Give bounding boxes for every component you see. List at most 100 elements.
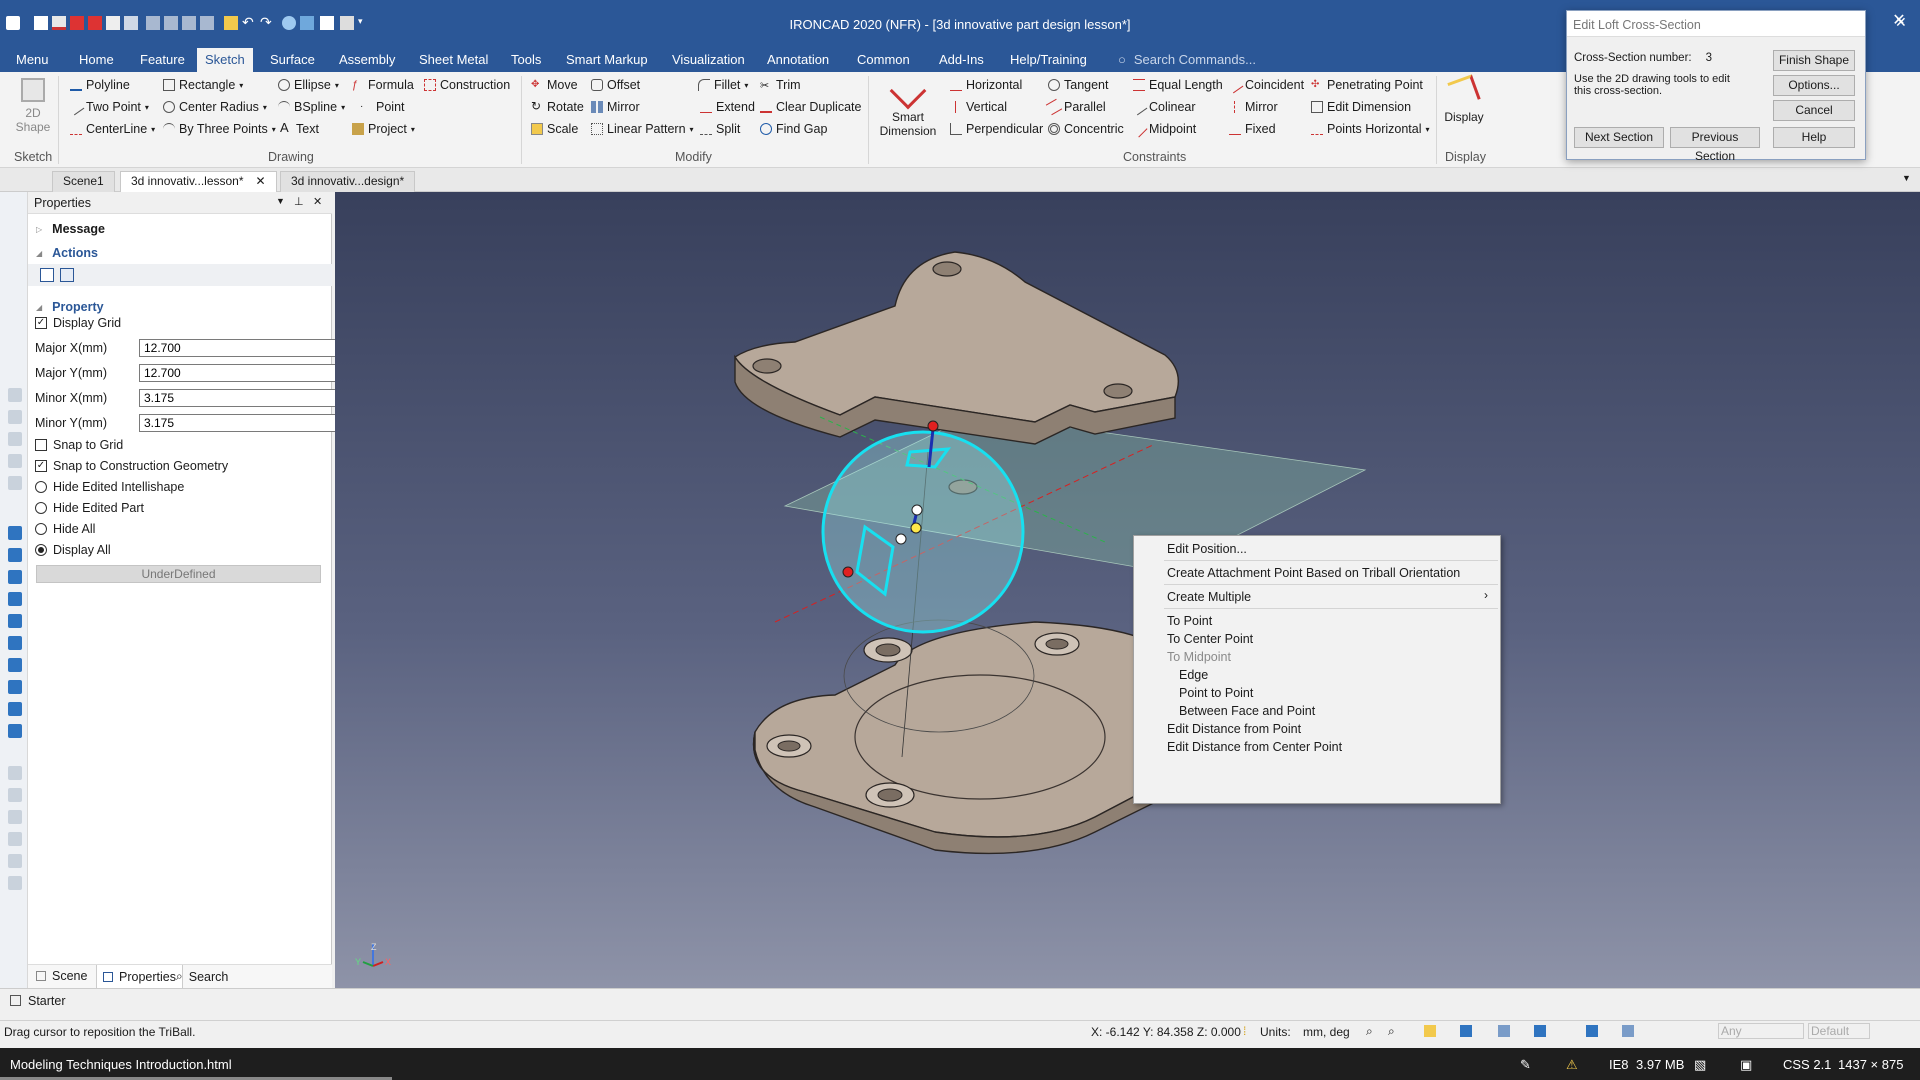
menu-item-point-to-point[interactable]: Point to Point: [1179, 686, 1253, 700]
tangent-button[interactable]: Tangent: [1048, 78, 1108, 92]
cube-icon[interactable]: [8, 526, 22, 540]
text-button[interactable]: A Text: [280, 121, 319, 136]
radio-display-all[interactable]: Display All: [35, 543, 111, 557]
triball-point[interactable]: [927, 420, 939, 432]
construction-button[interactable]: Construction: [424, 78, 510, 92]
bspline-button[interactable]: BSpline ▾: [278, 100, 345, 114]
tab-menu[interactable]: Menu: [8, 48, 57, 72]
tab-list-dropdown-icon[interactable]: ▼: [1902, 173, 1911, 183]
previous-section-button[interactable]: Previous Section: [1670, 127, 1760, 163]
center-radius-button[interactable]: Center Radius ▾: [163, 100, 267, 114]
radio-hide-all[interactable]: Hide All: [35, 522, 95, 536]
major-x-field[interactable]: [139, 339, 351, 357]
tab-common[interactable]: Common: [849, 48, 918, 72]
cube-icon[interactable]: [8, 680, 22, 694]
triball-point[interactable]: [911, 504, 923, 516]
centerline-button[interactable]: CenterLine ▾: [70, 122, 155, 136]
table-icon[interactable]: [60, 268, 74, 282]
offset-button[interactable]: Offset: [591, 78, 640, 92]
radio-hide-edited-intellishape[interactable]: Hide Edited Intellishape: [35, 480, 184, 494]
mirror-button[interactable]: Mirror: [591, 100, 640, 114]
checkbox-checked[interactable]: ✓: [35, 317, 47, 329]
doc-tab-design[interactable]: 3d innovativ...design*: [280, 171, 416, 192]
layer-combo[interactable]: Default: [1808, 1023, 1870, 1039]
tab-assembly[interactable]: Assembly: [331, 48, 403, 72]
cube-icon[interactable]: [8, 548, 22, 562]
snap-to-construction-checkbox[interactable]: ✓ Snap to Construction Geometry: [35, 459, 228, 473]
checkbox-checked[interactable]: ✓: [35, 460, 47, 472]
cancel-button[interactable]: Cancel: [1773, 100, 1855, 121]
warning-icon[interactable]: ⚠: [1566, 1057, 1578, 1073]
ellipse-button[interactable]: Ellipse ▾: [278, 78, 339, 92]
view-icon[interactable]: [1534, 1025, 1546, 1037]
pen-icon[interactable]: ▧: [1694, 1057, 1706, 1073]
equal-length-button[interactable]: Equal Length: [1133, 78, 1223, 92]
tool-icon[interactable]: [8, 476, 22, 490]
tool-icon[interactable]: [8, 832, 22, 846]
rectangle-button[interactable]: Rectangle ▾: [163, 78, 243, 92]
tool-icon[interactable]: [8, 766, 22, 780]
display-button[interactable]: Display: [1442, 74, 1486, 148]
cube-icon[interactable]: [8, 702, 22, 716]
view-icon[interactable]: [1424, 1025, 1436, 1037]
cube-icon[interactable]: [8, 658, 22, 672]
tool-icon[interactable]: [8, 388, 22, 402]
tab-tools[interactable]: Tools: [503, 48, 549, 72]
three-points-button[interactable]: By Three Points ▾: [163, 122, 276, 136]
extend-button[interactable]: Extend: [700, 100, 755, 114]
vertical-button[interactable]: Vertical: [950, 100, 1007, 114]
tool-icon[interactable]: [8, 432, 22, 446]
two-point-button[interactable]: Two Point ▾: [67, 98, 149, 116]
cube-icon[interactable]: [8, 636, 22, 650]
parallel-button[interactable]: Parallel: [1045, 98, 1106, 116]
cube-icon[interactable]: [8, 592, 22, 606]
edit-icon[interactable]: ✎: [1520, 1057, 1531, 1073]
tab-surface[interactable]: Surface: [262, 48, 323, 72]
triball-anchor[interactable]: [910, 522, 922, 534]
view-icon[interactable]: [1460, 1025, 1472, 1037]
tab-scene[interactable]: Scene: [36, 969, 87, 983]
colinear-button[interactable]: Colinear: [1130, 98, 1196, 116]
view-icon[interactable]: [1586, 1025, 1598, 1037]
coincident-button[interactable]: Coincident: [1226, 76, 1304, 94]
major-y-field[interactable]: [139, 364, 351, 382]
tool-icon[interactable]: [8, 854, 22, 868]
3d-viewport[interactable]: Z X Y: [335, 192, 1920, 988]
message-section[interactable]: ▷ Message: [36, 222, 105, 236]
2d-shape-button[interactable]: 2D Shape: [10, 78, 56, 148]
tab-search[interactable]: ⌕ Search: [176, 969, 228, 984]
cube-icon[interactable]: [8, 570, 22, 584]
point-button[interactable]: · Point: [360, 100, 405, 114]
polyline-button[interactable]: Polyline: [70, 78, 130, 92]
tool-icon[interactable]: [8, 788, 22, 802]
finish-shape-button[interactable]: Finish Shape: [1773, 50, 1855, 71]
pin-icon[interactable]: ⊥: [294, 195, 304, 208]
tab-visualization[interactable]: Visualization: [664, 48, 753, 72]
tab-help-training[interactable]: Help/Training: [1002, 48, 1095, 72]
menu-item-edit-position[interactable]: Edit Position...: [1167, 542, 1247, 556]
tool-icon[interactable]: [8, 454, 22, 468]
display-mode-icon[interactable]: ▣: [1740, 1057, 1752, 1073]
menu-item-edit-distance-from-center-point[interactable]: Edit Distance from Center Point: [1167, 740, 1342, 754]
radio-button[interactable]: [35, 523, 47, 535]
minor-x-field[interactable]: [139, 389, 351, 407]
menu-item-to-center-point[interactable]: To Center Point: [1167, 632, 1253, 646]
trim-button[interactable]: ✂ Trim: [760, 78, 801, 92]
next-section-button[interactable]: Next Section: [1574, 127, 1664, 148]
radio-button[interactable]: [35, 481, 47, 493]
panel-menu-icon[interactable]: ▼: [276, 196, 285, 206]
3d-scene[interactable]: Z X Y: [335, 192, 1920, 988]
tool-icon[interactable]: [8, 876, 22, 890]
tab-properties[interactable]: Properties: [96, 965, 183, 989]
linear-pattern-button[interactable]: Linear Pattern ▾: [591, 122, 694, 136]
doc-tab-scene1[interactable]: Scene1: [52, 171, 115, 192]
triball-point[interactable]: [895, 533, 907, 545]
penetrating-point-button[interactable]: ✣ Penetrating Point: [1311, 78, 1423, 92]
scale-button[interactable]: Scale: [531, 122, 578, 136]
close-tab-icon[interactable]: ✕: [256, 174, 266, 188]
menu-item-edit-distance-from-point[interactable]: Edit Distance from Point: [1167, 722, 1301, 736]
menu-item-edge[interactable]: Edge: [1179, 668, 1208, 682]
project-button[interactable]: Project ▾: [352, 122, 415, 136]
tab-sheet-metal[interactable]: Sheet Metal: [411, 48, 496, 72]
zoom-icon[interactable]: ⌕: [1366, 1024, 1373, 1039]
